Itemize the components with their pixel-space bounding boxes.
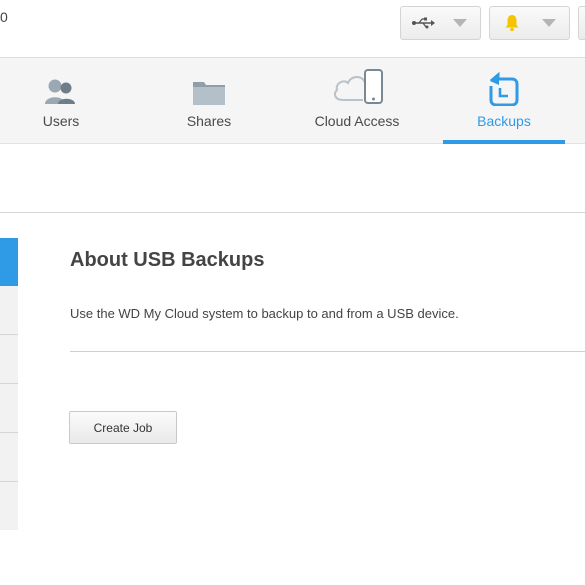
- content-divider: [70, 351, 585, 352]
- folder-icon: [192, 58, 226, 110]
- page-title: About USB Backups: [70, 249, 265, 271]
- sidebar-item[interactable]: [0, 336, 18, 384]
- chevron-down-icon: [453, 19, 467, 27]
- more-button[interactable]: [578, 6, 585, 40]
- nav-label: Backups: [477, 113, 531, 129]
- sidebar-item[interactable]: [0, 483, 18, 531]
- nav-item-backups[interactable]: Backups: [439, 58, 569, 144]
- bell-icon: [490, 7, 534, 39]
- nav-label: Shares: [186, 113, 232, 129]
- nav-label: Users: [42, 113, 80, 129]
- backup-icon: [488, 58, 520, 110]
- cloud-device-icon: [329, 58, 385, 110]
- section-divider: [0, 212, 585, 213]
- sidebar-item[interactable]: [0, 287, 18, 335]
- sidebar-item[interactable]: [0, 385, 18, 433]
- sidebar-item[interactable]: [0, 434, 18, 482]
- active-tab-indicator: [443, 140, 565, 144]
- top-bar: 0: [0, 0, 585, 58]
- device-name-fragment: 0: [0, 9, 8, 25]
- sidebar-item-usb-backups[interactable]: [0, 238, 18, 286]
- nav-item-shares[interactable]: Shares: [144, 58, 274, 144]
- usb-status-button[interactable]: [400, 6, 481, 40]
- nav-label: Cloud Access: [314, 113, 400, 129]
- alerts-button[interactable]: [489, 6, 570, 40]
- usb-icon: [401, 7, 445, 39]
- backup-type-sidebar: [0, 238, 18, 530]
- main-nav: Users Shares Cloud Access Backups: [0, 58, 585, 144]
- chevron-down-icon: [542, 19, 556, 27]
- nav-item-users[interactable]: Users: [0, 58, 126, 144]
- nav-item-cloud-access[interactable]: Cloud Access: [292, 58, 422, 144]
- create-job-button[interactable]: Create Job: [69, 411, 177, 444]
- page-description: Use the WD My Cloud system to backup to …: [70, 306, 459, 321]
- users-icon: [44, 58, 78, 110]
